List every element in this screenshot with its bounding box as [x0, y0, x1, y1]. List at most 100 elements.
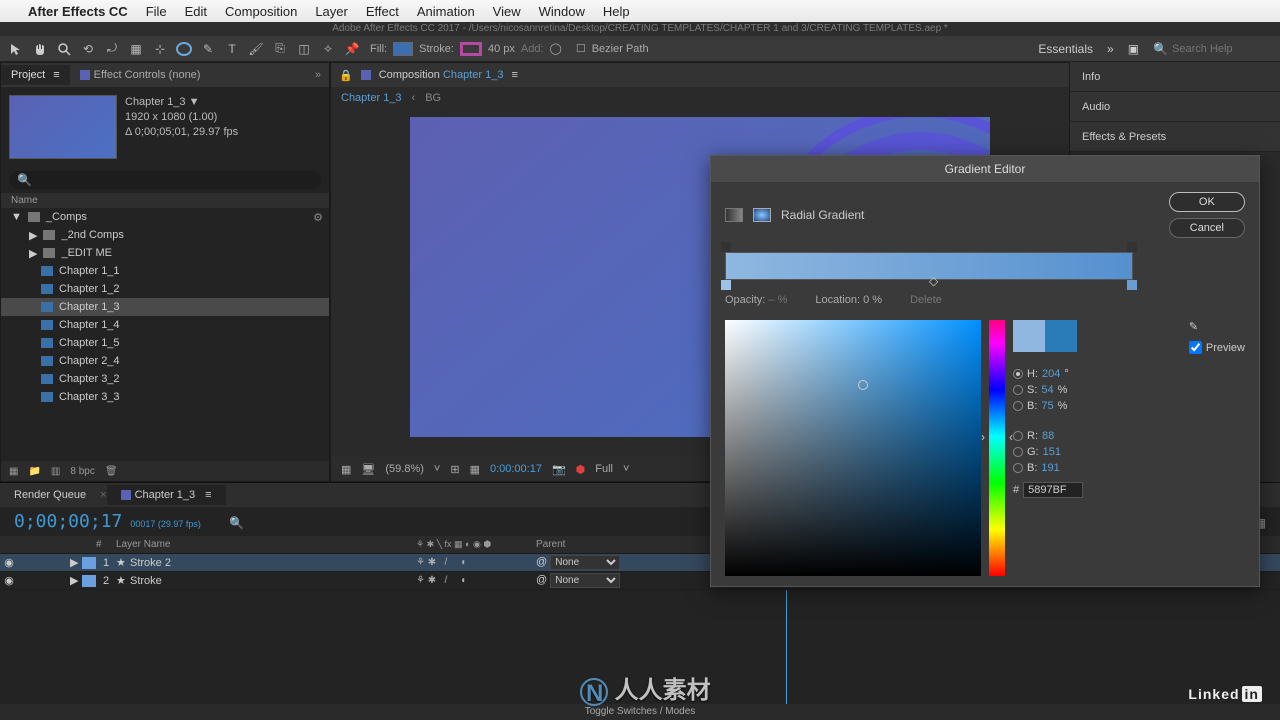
workspace-reset-icon[interactable]: ▣ [1128, 42, 1139, 56]
interpret-icon[interactable]: ▦ [9, 466, 18, 477]
resolution-menu[interactable]: Full [595, 463, 613, 475]
new-comp-icon[interactable]: ▥ [51, 466, 60, 477]
comp-item[interactable]: Chapter 1_1 [1, 262, 329, 280]
opacity-stop[interactable] [721, 242, 731, 252]
stroke-swatch[interactable] [460, 42, 482, 56]
flowchart-icon[interactable]: ⚙ [313, 211, 323, 224]
folder-comps[interactable]: ▼ _Comps⚙ [1, 208, 329, 226]
menu-help[interactable]: Help [603, 4, 630, 19]
selection-tool-icon[interactable] [8, 41, 24, 57]
menu-file[interactable]: File [146, 4, 167, 19]
layer-color-label[interactable] [82, 557, 96, 569]
footer-timecode[interactable]: 0:00:00:17 [490, 463, 542, 475]
h-value[interactable]: 204 [1042, 368, 1060, 380]
playhead-line[interactable] [786, 590, 787, 704]
visibility-icon[interactable]: ◉ [0, 556, 18, 569]
col-layer-name[interactable]: Layer Name [116, 539, 416, 550]
radial-gradient-icon[interactable] [753, 208, 771, 222]
breadcrumb-current[interactable]: Chapter 1_3 [341, 92, 402, 104]
panel-overflow-icon[interactable]: » [307, 69, 329, 81]
menu-window[interactable]: Window [539, 4, 585, 19]
midpoint-icon[interactable]: ◇ [929, 274, 938, 288]
brush-tool-icon[interactable]: 🖌 [248, 41, 264, 57]
zoom-menu-icon[interactable]: ˅ [434, 463, 440, 475]
bl-radio[interactable] [1013, 463, 1023, 473]
camera-tool-icon[interactable]: ▦ [128, 41, 144, 57]
puppet-tool-icon[interactable]: 📌 [344, 41, 360, 57]
r-radio[interactable] [1013, 431, 1023, 441]
breadcrumb-bg[interactable]: BG [425, 92, 441, 104]
comp-thumbnail[interactable] [9, 95, 117, 159]
comp-lock-icon[interactable]: 🔒 [339, 69, 353, 82]
menu-view[interactable]: View [493, 4, 521, 19]
comp-tab-label[interactable]: Composition Chapter 1_3 [379, 69, 504, 81]
toggle-switches[interactable]: Toggle Switches / Modes [0, 704, 1280, 720]
ok-button[interactable]: OK [1169, 192, 1245, 212]
cancel-button[interactable]: Cancel [1169, 218, 1245, 238]
grid-icon[interactable]: ▦ [470, 463, 480, 476]
comp-item[interactable]: Chapter 1_4 [1, 316, 329, 334]
type-tool-icon[interactable]: T [224, 41, 240, 57]
color-stop-end[interactable] [1127, 280, 1137, 290]
menu-edit[interactable]: Edit [185, 4, 207, 19]
shape-tool-icon[interactable] [176, 41, 192, 57]
breadcrumb-back-icon[interactable]: ‹ [412, 92, 416, 104]
roto-tool-icon[interactable]: ✧ [320, 41, 336, 57]
color-cursor[interactable] [858, 380, 868, 390]
resolution-menu-chevron-icon[interactable]: ˅ [623, 463, 629, 475]
comp-item[interactable]: Chapter 3_2 [1, 370, 329, 388]
delete-stop-button[interactable]: Delete [910, 294, 942, 306]
eyedropper-icon[interactable]: ✎ [1189, 321, 1198, 333]
hex-input[interactable] [1023, 482, 1083, 498]
layer-name[interactable]: Stroke 2 [130, 557, 416, 569]
hand-tool-icon[interactable] [32, 41, 48, 57]
render-queue-tab[interactable]: Render Queue [0, 485, 100, 505]
overflow-icon[interactable]: » [1107, 42, 1114, 56]
timeline-comp-tab[interactable]: Chapter 1_3≡ [107, 485, 226, 505]
alpha-icon[interactable]: ▦ [341, 463, 351, 476]
search-help-input[interactable] [1172, 43, 1272, 55]
color-swatch-new[interactable] [1045, 320, 1077, 352]
bpc-label[interactable]: 8 bpc [70, 466, 94, 477]
folder-edit-me[interactable]: ▶ _EDIT ME [1, 244, 329, 262]
hue-bar[interactable] [989, 320, 1005, 576]
s-value[interactable]: 54 [1041, 384, 1053, 396]
stroke-width[interactable]: 40 px [488, 43, 515, 55]
folder-2nd-comps[interactable]: ▶ _2nd Comps [1, 226, 329, 244]
b-radio[interactable] [1013, 401, 1023, 411]
project-search[interactable]: 🔍 [9, 171, 321, 189]
effect-controls-tab[interactable]: Effect Controls (none) [70, 65, 211, 85]
add-menu-icon[interactable]: ◯ [550, 42, 562, 55]
fill-swatch[interactable] [393, 42, 413, 56]
comp-name[interactable]: Chapter 1_3 ▼ [125, 95, 238, 110]
opacity-value[interactable]: – % [768, 294, 787, 306]
preview-checkbox[interactable] [1189, 341, 1202, 354]
zoom-tool-icon[interactable] [56, 41, 72, 57]
comp-item[interactable]: Chapter 1_2 [1, 280, 329, 298]
info-panel[interactable]: Info [1070, 62, 1280, 92]
layer-color-label[interactable] [82, 575, 96, 587]
menu-layer[interactable]: Layer [315, 4, 348, 19]
linear-gradient-icon[interactable] [725, 208, 743, 222]
effects-presets-panel[interactable]: Effects & Presets [1070, 122, 1280, 152]
h-radio[interactable] [1013, 369, 1023, 379]
r-value[interactable]: 88 [1042, 430, 1054, 442]
opacity-stop[interactable] [1127, 242, 1137, 252]
menu-effect[interactable]: Effect [366, 4, 399, 19]
comp-item[interactable]: Chapter 3_3 [1, 388, 329, 406]
parent-pickwhip-icon[interactable]: @ [536, 574, 547, 586]
display-icon[interactable]: 🖥 [361, 463, 375, 476]
comp-item-selected[interactable]: Chapter 1_3 [1, 298, 329, 316]
location-value[interactable]: 0 % [863, 294, 882, 306]
name-column[interactable]: Name [11, 195, 38, 206]
project-tab[interactable]: Project≡ [1, 65, 70, 85]
channel-icon[interactable]: ⬢ [576, 463, 586, 476]
res-icon[interactable]: ⊞ [450, 463, 459, 476]
g-value[interactable]: 151 [1043, 446, 1061, 458]
menu-animation[interactable]: Animation [417, 4, 475, 19]
project-tree[interactable]: ▼ _Comps⚙ ▶ _2nd Comps ▶ _EDIT ME Chapte… [1, 208, 329, 461]
anchor-tool-icon[interactable]: ⊹ [152, 41, 168, 57]
parent-dropdown[interactable]: None [550, 555, 620, 570]
clone-tool-icon[interactable]: ⎘ [272, 41, 288, 57]
pen-tool-icon[interactable]: ✎ [200, 41, 216, 57]
